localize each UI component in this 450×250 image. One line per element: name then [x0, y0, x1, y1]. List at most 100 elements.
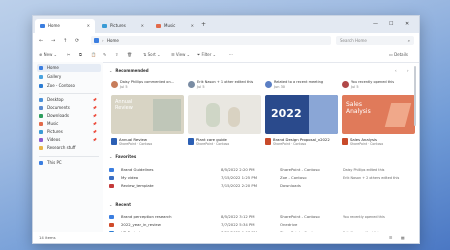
- back-button[interactable]: ←: [39, 37, 43, 45]
- sidebar-item-desktop[interactable]: Desktop 📌: [37, 96, 101, 104]
- share-icon[interactable]: ⇪: [115, 51, 118, 59]
- pin-icon[interactable]: 📌: [93, 112, 97, 120]
- avatar: [188, 81, 195, 88]
- navigation-pane: Home Gallery Zoe - Contoso Desktop 📌 Doc…: [33, 62, 103, 232]
- favorites-section-header[interactable]: ⌄ Favorites: [109, 154, 136, 160]
- sidebar-item-documents[interactable]: Documents 📌: [37, 104, 101, 112]
- pin-icon[interactable]: 📌: [93, 104, 97, 112]
- new-button[interactable]: ⊕ New ⌄: [39, 51, 57, 59]
- chevron-right-icon: ›: [102, 38, 104, 43]
- sidebar-item-gallery[interactable]: Gallery: [37, 73, 101, 81]
- tab-bar: Home ✕ Pictures ✕ Music ✕ + — ☐ ✕: [33, 16, 419, 33]
- command-bar: ⊕ New ⌄ ✂ ⧉ 📋 ✎ ⇪ 🗑 ⇅ Sort ⌄ ☰ View ⌄ ⏷ …: [33, 49, 419, 63]
- pc-icon: [39, 161, 43, 165]
- recommended-section-header[interactable]: ⌄ Recommended: [109, 68, 149, 74]
- desktop-icon: [39, 98, 43, 102]
- chevron-down-icon: ⌄: [109, 68, 113, 73]
- status-bar: 14 items ☰ ▦: [33, 232, 419, 243]
- carousel-next-icon[interactable]: ›: [407, 68, 409, 73]
- new-tab-button[interactable]: +: [201, 20, 206, 30]
- file-thumbnail: Sales Analysis: [342, 95, 415, 134]
- close-tab-icon[interactable]: ✕: [141, 19, 144, 33]
- sidebar-divider: [39, 156, 99, 157]
- gallery-icon: [39, 75, 43, 79]
- minimize-button[interactable]: —: [373, 19, 378, 29]
- sidebar-item-videos[interactable]: Videos 📌: [37, 136, 101, 144]
- chevron-down-icon: ⌄: [109, 154, 113, 159]
- sort-button[interactable]: ⇅ Sort ⌄: [143, 51, 160, 59]
- cut-icon[interactable]: ✂: [67, 51, 70, 59]
- paste-icon[interactable]: 📋: [91, 51, 96, 59]
- file-row[interactable]: Review_template 7/15/2022 2:20 PM Downlo…: [105, 182, 419, 190]
- folder-icon: [39, 146, 43, 150]
- view-button[interactable]: ☰ View ⌄: [171, 51, 190, 59]
- cloud-icon: [39, 84, 43, 88]
- recommended-card[interactable]: Erik Nason + 1 other edited this Jul 5 P…: [188, 80, 261, 150]
- pdf-file-icon: [109, 184, 114, 188]
- file-icon: [109, 215, 114, 219]
- sidebar-item-research-stuff[interactable]: Research stuff: [37, 144, 101, 152]
- avatar: [342, 81, 349, 88]
- powerpoint-file-icon: [265, 138, 271, 145]
- pictures-icon: [102, 24, 107, 28]
- forward-button[interactable]: →: [51, 37, 55, 45]
- file-row[interactable]: 2022_year_in_review 7/7/2022 5:34 PM One…: [105, 221, 419, 229]
- sidebar-item-pictures[interactable]: Pictures 📌: [37, 128, 101, 136]
- tiles-view-icon[interactable]: ▦: [401, 232, 405, 243]
- recommended-card[interactable]: Related to a recent meeting Jun 30 2022 …: [265, 80, 338, 150]
- refresh-button[interactable]: ⟳: [75, 37, 79, 45]
- sidebar-item-this-pc[interactable]: This PC: [37, 159, 101, 167]
- maximize-button[interactable]: ☐: [389, 19, 393, 29]
- recommended-card[interactable]: Daisy Phillips commented on... Jul 5 Ann…: [111, 80, 184, 150]
- file-thumbnail: [188, 95, 261, 134]
- delete-icon[interactable]: 🗑: [127, 51, 132, 59]
- search-input[interactable]: Search Home ⌕: [336, 36, 414, 45]
- item-count: 14 items: [39, 235, 56, 240]
- tab-music[interactable]: Music ✕: [151, 19, 199, 33]
- music-icon: [156, 24, 161, 28]
- tab-pictures[interactable]: Pictures ✕: [97, 19, 149, 33]
- pin-icon[interactable]: 📌: [93, 128, 97, 136]
- address-bar-row: ← → ↑ ⟳ › Home Search Home ⌕: [33, 33, 419, 49]
- close-tab-icon[interactable]: ✕: [191, 19, 194, 33]
- sidebar-item-home[interactable]: Home: [37, 64, 101, 72]
- details-button[interactable]: ▭ Details: [389, 51, 408, 59]
- rename-icon[interactable]: ✎: [103, 51, 106, 59]
- content-pane: ⌄ Recommended ‹ › Daisy Phillips commente…: [105, 62, 419, 235]
- close-tab-icon[interactable]: ✕: [87, 19, 90, 33]
- filter-button[interactable]: ⏷ Filter ⌄: [197, 51, 216, 59]
- scrollbar[interactable]: [414, 66, 416, 126]
- sidebar-item-downloads[interactable]: Downloads 📌: [37, 112, 101, 120]
- pin-icon[interactable]: 📌: [93, 136, 97, 144]
- pictures-icon: [39, 130, 43, 134]
- file-explorer-window: Home ✕ Pictures ✕ Music ✕ + — ☐ ✕ ← → ↑ …: [32, 15, 420, 244]
- avatar: [111, 81, 118, 88]
- more-options-icon[interactable]: ···: [229, 51, 233, 59]
- file-icon: [109, 168, 114, 172]
- word-file-icon: [111, 138, 117, 145]
- powerpoint-file-icon: [109, 223, 114, 227]
- recent-section-header[interactable]: ⌄ Recent: [109, 202, 131, 208]
- file-row[interactable]: My video 7/15/2022 1:25 PM Zoe - Contoso…: [105, 174, 419, 182]
- carousel-prev-icon[interactable]: ‹: [395, 68, 397, 73]
- file-thumbnail: 2022: [265, 95, 338, 134]
- home-icon: [39, 66, 43, 70]
- file-row[interactable]: Brand Guidelines 8/5/2022 2:20 PM ShareP…: [105, 166, 419, 174]
- home-icon: [40, 24, 45, 28]
- address-path: Home: [107, 38, 119, 43]
- sidebar-item-music[interactable]: Music 📌: [37, 120, 101, 128]
- address-bar[interactable]: › Home: [91, 36, 331, 45]
- details-view-icon[interactable]: ☰: [389, 232, 392, 243]
- close-window-button[interactable]: ✕: [405, 19, 409, 29]
- sidebar-item-onedrive[interactable]: Zoe - Contoso: [37, 82, 101, 90]
- music-icon: [39, 122, 43, 126]
- copy-icon[interactable]: ⧉: [79, 51, 82, 59]
- search-placeholder: Search Home: [340, 38, 367, 43]
- home-icon: [94, 38, 99, 43]
- recommended-card[interactable]: You recently opened this Jul 5 Sales Ana…: [342, 80, 415, 150]
- file-row[interactable]: Brand perception research 8/5/2022 3:12 …: [105, 213, 419, 221]
- pin-icon[interactable]: 📌: [93, 120, 97, 128]
- tab-home[interactable]: Home ✕: [35, 19, 95, 33]
- pin-icon[interactable]: 📌: [93, 96, 97, 104]
- up-button[interactable]: ↑: [63, 37, 67, 45]
